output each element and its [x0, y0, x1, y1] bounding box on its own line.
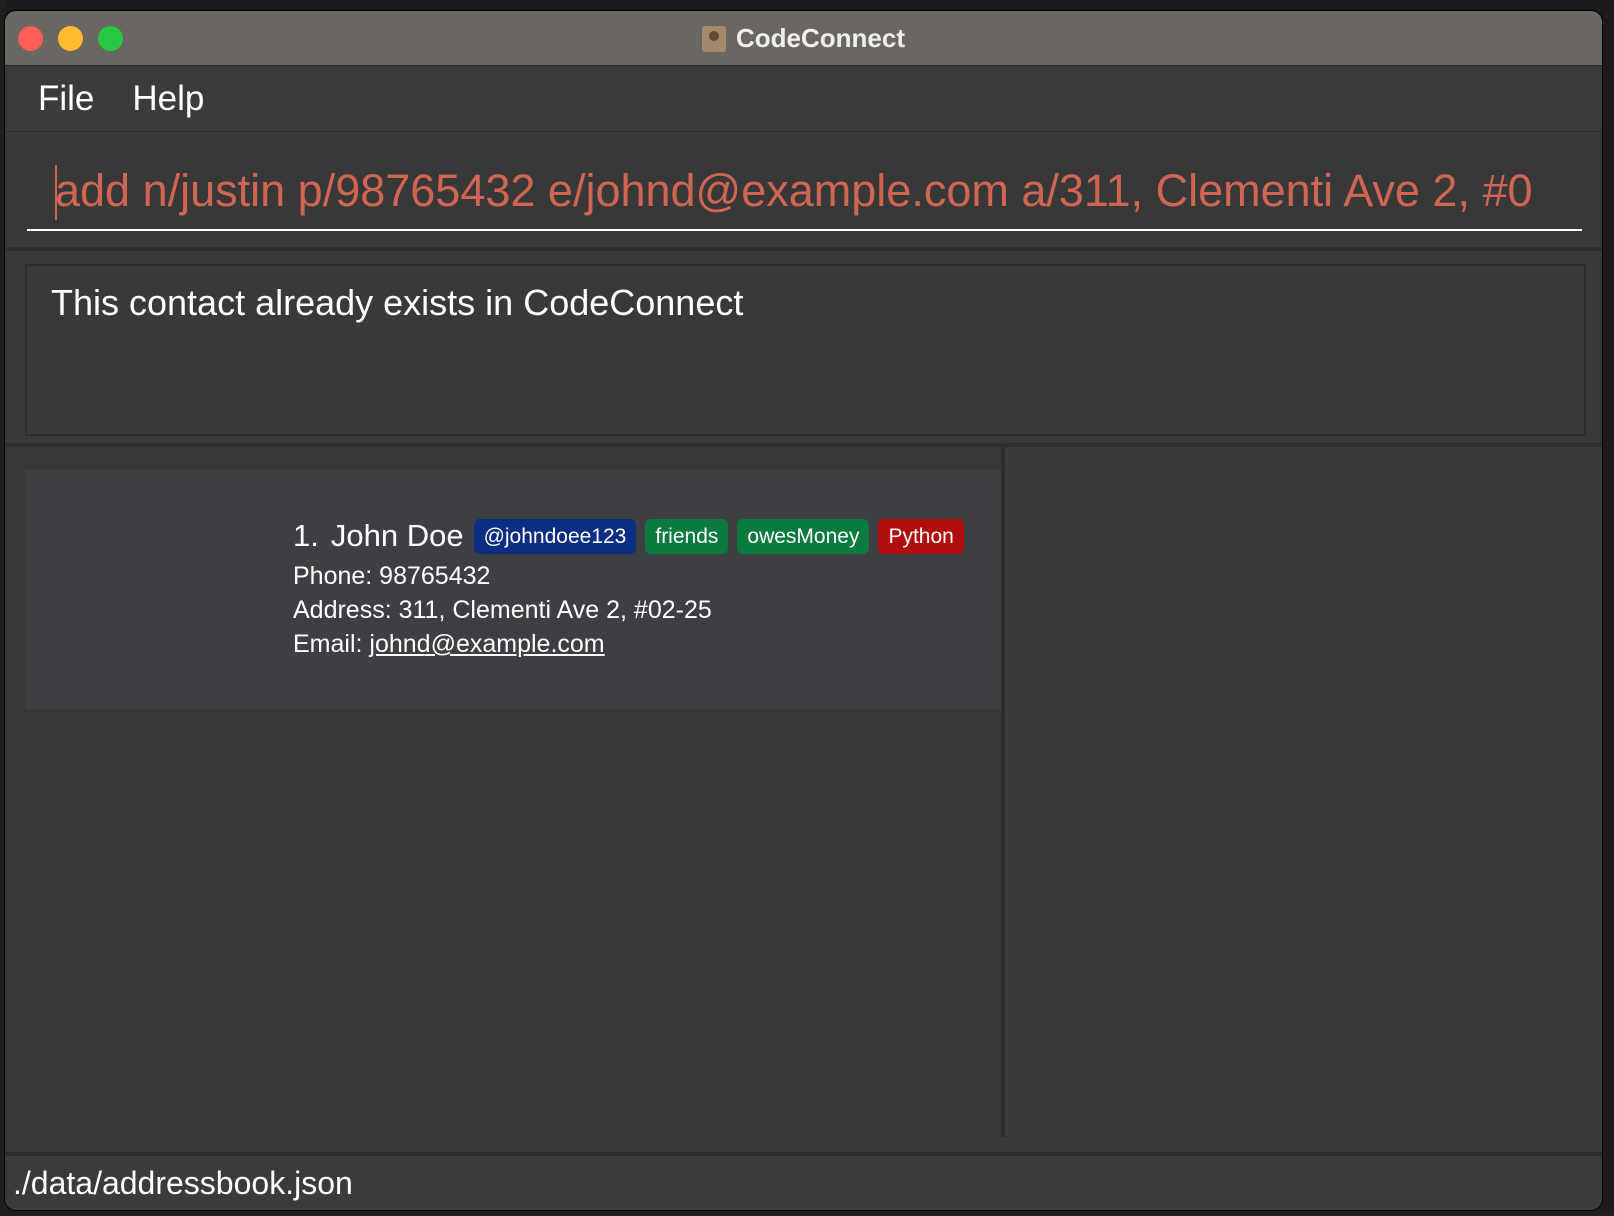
contact-list-panel[interactable]: 1. John Doe @johndoee123 friends owesMon… — [5, 447, 1005, 1137]
command-input[interactable]: add n/justin p/98765432 e/johnd@example.… — [27, 153, 1582, 231]
menu-bar: File Help — [5, 67, 1602, 132]
contact-book-icon — [702, 25, 726, 52]
contact-name: John Doe — [330, 518, 464, 553]
tag-owes-money: owesMoney — [737, 518, 870, 554]
detail-panel — [1009, 447, 1602, 1137]
contact-card[interactable]: 1. John Doe @johndoee123 friends owesMon… — [25, 469, 1001, 709]
app-window: CodeConnect File Help add n/justin p/987… — [5, 11, 1602, 1210]
tag-github: @johndoee123 — [473, 518, 637, 554]
desktop-background-bottom — [0, 1210, 1614, 1216]
contact-card-body: 1. John Doe @johndoee123 friends owesMon… — [293, 513, 973, 661]
menu-help[interactable]: Help — [132, 79, 204, 119]
menu-file[interactable]: File — [38, 79, 94, 119]
contact-index: 1. — [293, 518, 319, 553]
title-bar: CodeConnect — [5, 11, 1602, 66]
tag-friends: friends — [645, 518, 729, 554]
data-file-path: ./data/addressbook.json — [13, 1164, 353, 1201]
status-bar: ./data/addressbook.json — [5, 1152, 1602, 1210]
contact-address: Address: 311, Clementi Ave 2, #02-25 — [293, 596, 712, 624]
text-caret — [55, 165, 57, 220]
result-message: This contact already exists in CodeConne… — [25, 264, 1586, 436]
command-box-area: add n/justin p/98765432 e/johnd@example.… — [5, 133, 1602, 251]
result-display-area: This contact already exists in CodeConne… — [5, 251, 1602, 447]
contact-phone: Phone: 98765432 — [293, 562, 491, 590]
contact-email-row: Email: johnd@example.com — [293, 627, 973, 661]
tag-python: Python — [878, 518, 964, 554]
contact-email-label: Email: — [293, 630, 370, 658]
contact-name-row: 1. John Doe @johndoee123 friends owesMon… — [293, 513, 973, 559]
window-title: CodeConnect — [736, 23, 905, 53]
contact-email-link[interactable]: johnd@example.com — [369, 630, 604, 658]
title-group: CodeConnect — [5, 11, 1602, 66]
